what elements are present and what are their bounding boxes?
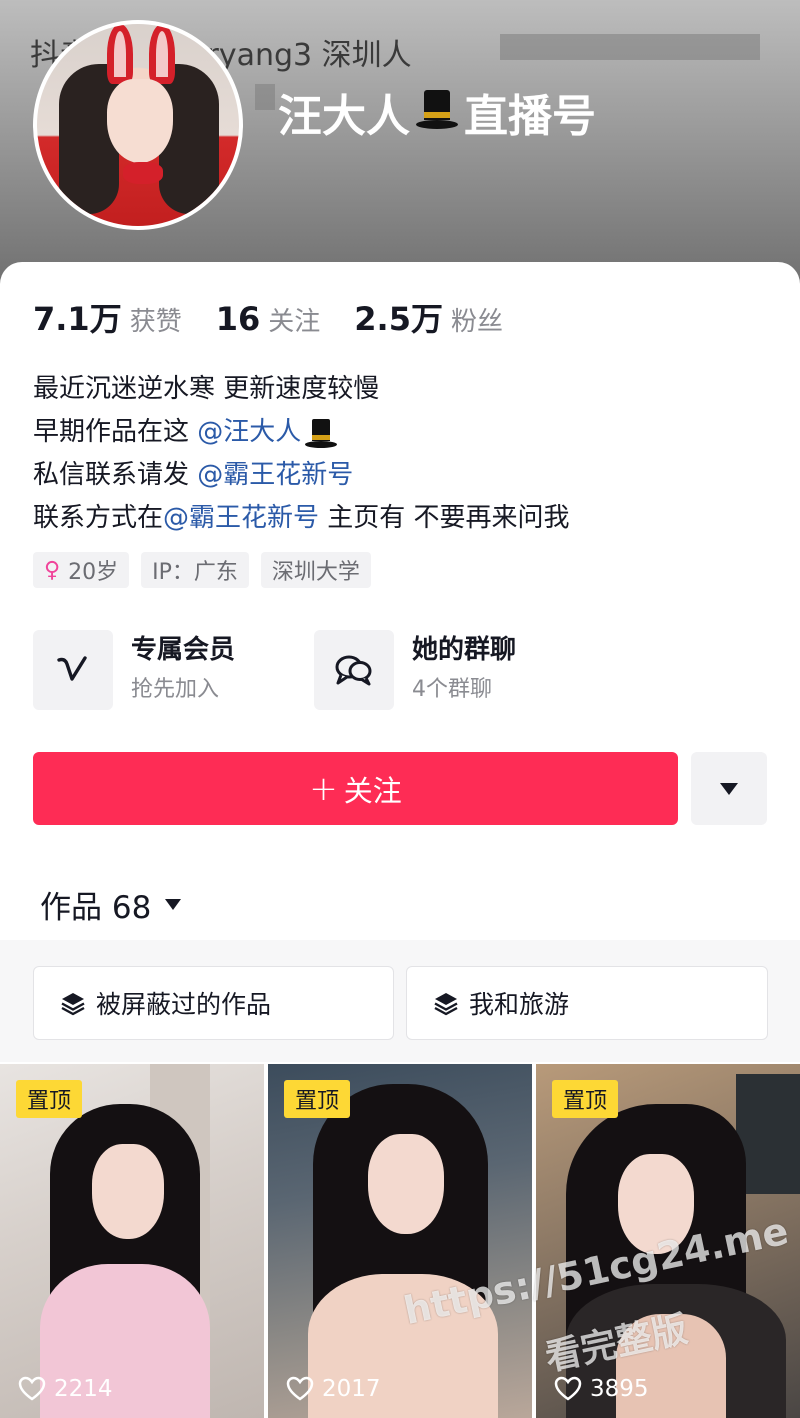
like-count: 3895 — [554, 1376, 649, 1402]
member-icon-box — [33, 630, 113, 710]
follow-label: 关注 — [343, 773, 402, 808]
display-name-suffix: 直播号 — [464, 91, 596, 142]
video-thumbnail[interactable]: 置顶 2214 — [0, 1064, 264, 1418]
following-label[interactable]: 关注 — [268, 301, 320, 338]
collection-label: 我和旅游 — [469, 990, 570, 1019]
collection-label: 被屏蔽过的作品 — [96, 990, 272, 1019]
bio-line: 联系方式在 @霸王花新号 主页有 不要再来问我 — [33, 497, 570, 540]
followers-count[interactable]: 2.5万 — [354, 294, 443, 340]
bio: 最近沉迷逆水寒 更新速度较慢 早期作品在这 @汪大人 私信联系请发 @霸王花新号… — [33, 368, 570, 540]
mention-link[interactable]: @霸王花新号 — [197, 454, 353, 497]
like-count-value: 2017 — [322, 1376, 381, 1402]
like-count: 2017 — [286, 1376, 381, 1402]
group-chat-title: 她的群聊 — [412, 635, 517, 665]
bio-text: 早期作品在这 — [33, 417, 198, 447]
ip-tag: IP：广东 — [141, 552, 249, 588]
blurred-text — [500, 34, 760, 60]
mention-link[interactable]: @霸王花新号 — [163, 497, 319, 540]
chat-bubbles-icon — [335, 655, 372, 686]
bio-text: 私信联系请发 — [33, 460, 198, 490]
profile-tags: ♀ 20岁 IP：广东 深圳大学 — [33, 552, 371, 588]
female-icon: ♀ — [44, 557, 61, 583]
member-entry[interactable]: 专属会员 抢先加入 — [33, 630, 235, 710]
member-title: 专属会员 — [131, 635, 236, 665]
bio-line: 早期作品在这 @汪大人 — [33, 411, 570, 454]
mention-link[interactable]: @汪大人 — [197, 411, 301, 454]
heart-icon — [286, 1376, 314, 1401]
likes-count[interactable]: 7.1万 — [33, 294, 122, 340]
chevron-down-icon — [720, 782, 738, 795]
display-name-text: 汪大人 — [278, 91, 410, 142]
bio-text: 主页有 不要再来问我 — [319, 503, 570, 533]
top-hat-icon — [303, 417, 339, 449]
pinned-badge: 置顶 — [16, 1080, 82, 1118]
pinned-badge: 置顶 — [284, 1080, 350, 1118]
age-tag: ♀ 20岁 — [33, 552, 130, 588]
avatar-photo — [37, 24, 239, 226]
more-dropdown-button[interactable] — [691, 752, 767, 825]
collection-travel[interactable]: 我和旅游 — [406, 966, 768, 1040]
bio-text: 联系方式在 — [33, 503, 164, 533]
layers-icon — [433, 990, 459, 1016]
heart-icon — [18, 1376, 46, 1401]
like-count: 2214 — [18, 1376, 113, 1402]
likes-label[interactable]: 获赞 — [130, 301, 182, 338]
works-label: 作品 68 — [40, 890, 152, 926]
works-tab[interactable]: 作品 68 — [40, 882, 182, 927]
follow-button[interactable]: + 关注 — [33, 752, 678, 825]
pinned-badge: 置顶 — [552, 1080, 618, 1118]
collection-blocked-works[interactable]: 被屏蔽过的作品 — [33, 966, 394, 1040]
followers-label[interactable]: 粉丝 — [451, 301, 503, 338]
video-thumbnail[interactable]: 置顶 2017 — [268, 1064, 532, 1418]
v-member-icon — [57, 656, 87, 681]
avatar[interactable] — [33, 20, 243, 230]
blurred-text — [255, 84, 275, 110]
like-count-value: 3895 — [590, 1376, 649, 1402]
school-tag[interactable]: 深圳大学 — [260, 552, 371, 588]
member-subtitle: 抢先加入 — [131, 677, 220, 702]
age-text: 20岁 — [68, 560, 119, 585]
like-count-value: 2214 — [54, 1376, 113, 1402]
heart-icon — [554, 1376, 582, 1401]
chevron-down-icon — [165, 899, 182, 910]
group-chat-subtitle: 4个群聊 — [412, 677, 492, 702]
stats-row: 7.1万 获赞 16 关注 2.5万 粉丝 — [33, 294, 537, 340]
following-count[interactable]: 16 — [216, 300, 261, 338]
layers-icon — [60, 990, 86, 1016]
group-chat-icon-box — [314, 630, 394, 710]
bio-text: 最近沉迷逆水寒 更新速度较慢 — [33, 374, 380, 404]
bio-line: 最近沉迷逆水寒 更新速度较慢 — [33, 368, 570, 411]
display-name: 汪大人 直播号 — [278, 80, 596, 144]
bio-line: 私信联系请发 @霸王花新号 — [33, 454, 570, 497]
top-hat-icon — [414, 90, 460, 134]
group-chat-entry[interactable]: 她的群聊 4个群聊 — [314, 630, 516, 710]
plus-icon: + — [309, 768, 338, 809]
